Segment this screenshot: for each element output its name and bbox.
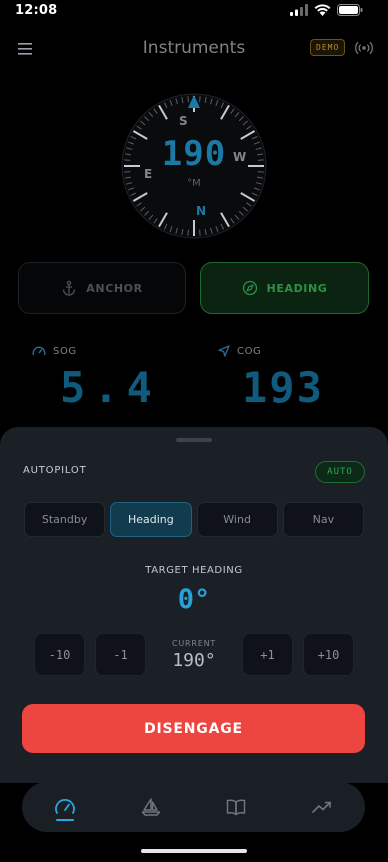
sog-value: 5.4 [60,363,160,412]
cog-metric: COG 193 [218,345,388,425]
compass-icon [242,280,257,296]
heading-mode-label: HEADING [266,281,328,295]
sheet-drag-handle[interactable] [176,438,212,442]
target-heading-label: TARGET HEADING [145,565,243,576]
current-heading-value: 190° [172,650,216,671]
segment-heading[interactable]: Heading [110,502,192,537]
minus-1-button[interactable]: -1 [95,633,146,676]
heading-unit: °M [187,178,201,189]
book-icon [227,799,246,816]
plus-1-button[interactable]: +1 [242,633,293,676]
compass-minor-tick [187,96,189,103]
active-tab-indicator [55,819,74,821]
wifi-icon [314,4,331,16]
tab-trends[interactable] [279,782,365,832]
tab-boat[interactable] [108,782,194,832]
current-heading-label: CURRENT [171,639,217,648]
status-bar: 12:08 [0,0,388,24]
anchor-mode-button[interactable]: ANCHOR [18,262,186,314]
plus-10-button[interactable]: +10 [303,633,354,676]
cog-value: 193 [242,363,324,412]
broadcast-icon[interactable] [355,40,373,56]
auto-status-badge: AUTO [315,461,365,483]
speedometer-icon [32,346,46,356]
segment-wind[interactable]: Wind [196,502,278,537]
target-heading-value: 0° [177,584,211,615]
compass-minor-tick [199,96,201,103]
compass-minor-tick [187,229,189,236]
segment-nav[interactable]: Nav [282,502,364,537]
compass-minor-tick [199,229,201,236]
compass: 190 °M N S E W [120,92,268,240]
disengage-button[interactable]: DISENGAGE [22,704,365,753]
trend-icon [312,801,331,813]
cardinal-w: W [233,150,247,164]
minus-10-button[interactable]: -10 [34,633,85,676]
autopilot-title: AUTOPILOT [23,465,87,476]
cardinal-e: E [144,167,153,181]
signal-icon [290,4,308,16]
sailboat-icon [141,798,160,816]
cardinal-s: S [179,114,188,128]
cardinal-n: N [196,204,207,218]
tab-bar [22,782,365,832]
anchor-icon [63,280,76,296]
autopilot-sheet: AUTOPILOT AUTO Standby Heading Wind Nav … [0,427,388,783]
sog-metric: SOG 5.4 [32,345,202,425]
status-time: 12:08 [15,3,58,18]
status-icons [290,4,363,16]
anchor-mode-label: ANCHOR [86,281,143,295]
app-header: Instruments DEMO [0,30,388,70]
demo-badge: DEMO [310,39,346,56]
heading-mode-button[interactable]: HEADING [200,262,369,314]
navigation-arrow-icon [218,345,230,357]
autopilot-mode-selector: Standby Heading Wind Nav [24,502,364,537]
tab-instruments[interactable] [22,782,108,832]
battery-icon [337,4,363,16]
home-indicator [141,849,247,853]
segment-standby[interactable]: Standby [24,502,106,537]
cog-label: COG [237,345,262,357]
gauge-icon [54,799,75,814]
sog-label: SOG [53,345,77,357]
tab-logbook[interactable] [194,782,280,832]
